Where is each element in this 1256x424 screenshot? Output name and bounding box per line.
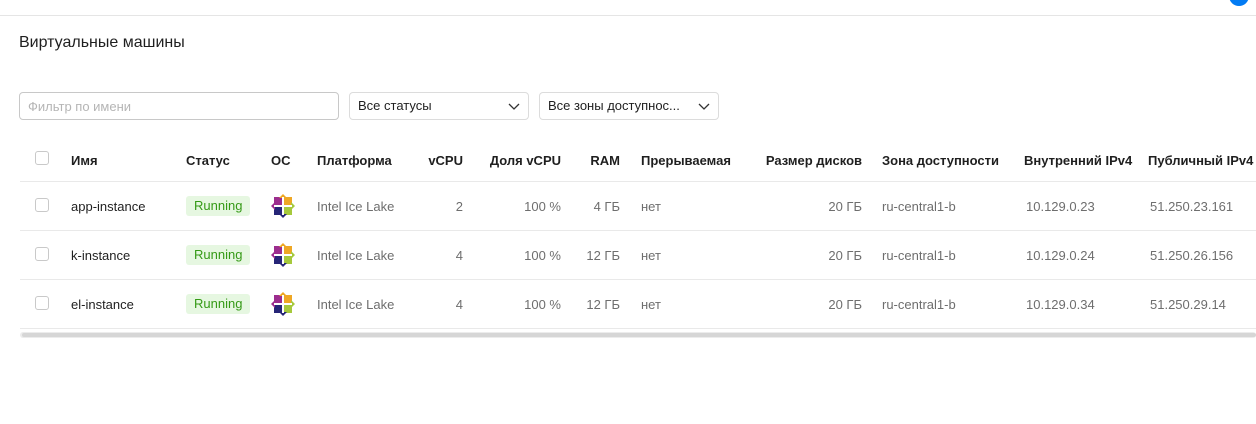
status-badge: Running (186, 245, 251, 265)
header-vcpu[interactable]: vCPU (423, 153, 463, 168)
header-preemptible[interactable]: Прерываемая (641, 153, 731, 168)
vm-table: Имя Статус ОС Платформа vCPU Доля vCPU R… (20, 138, 1256, 329)
vm-vcpu-share: 100 % (524, 199, 561, 214)
header-status[interactable]: Статус (186, 153, 230, 168)
vm-zone: ru-central1-b (882, 199, 956, 214)
header-ram[interactable]: RAM (580, 153, 620, 168)
zone-select[interactable]: Все зоны доступнос... (539, 92, 719, 120)
vm-vcpu-share: 100 % (524, 297, 561, 312)
name-filter-input[interactable] (19, 92, 339, 120)
chevron-down-icon (698, 103, 710, 110)
header-zone[interactable]: Зона доступности (882, 153, 999, 168)
vm-preemptible: нет (641, 199, 661, 214)
row-checkbox[interactable] (35, 198, 49, 212)
vm-internal-ip: 10.129.0.34 (1026, 297, 1095, 312)
table-row[interactable]: el-instance Running Intel Ice Lake 4 100… (20, 280, 1256, 329)
row-checkbox[interactable] (35, 296, 49, 310)
vm-platform: Intel Ice Lake (317, 199, 395, 214)
status-badge: Running (186, 196, 251, 216)
top-divider (0, 15, 1256, 16)
vm-preemptible: нет (641, 248, 661, 263)
status-select[interactable]: Все статусы (349, 92, 529, 120)
vm-public-ip: 51.250.29.14 (1150, 297, 1226, 312)
vm-zone: ru-central1-b (882, 248, 956, 263)
vm-name[interactable]: el-instance (71, 297, 134, 312)
vm-disk-size: 20 ГБ (828, 248, 862, 263)
select-all-checkbox[interactable] (35, 151, 49, 165)
header-os[interactable]: ОС (271, 153, 291, 168)
vm-ram: 4 ГБ (593, 199, 620, 214)
header-vcpu-share[interactable]: Доля vCPU (481, 153, 561, 168)
vm-platform: Intel Ice Lake (317, 297, 395, 312)
header-platform[interactable]: Платформа (317, 153, 392, 168)
table-row[interactable]: app-instance Running Intel Ice Lake 2 10… (20, 182, 1256, 231)
vm-vcpu: 4 (455, 297, 463, 312)
vm-preemptible: нет (641, 297, 661, 312)
vm-ram: 12 ГБ (586, 248, 620, 263)
notification-badge[interactable] (1229, 0, 1249, 6)
header-internal-ip[interactable]: Внутренний IPv4 (1024, 153, 1132, 168)
header-name[interactable]: Имя (71, 153, 98, 168)
vm-name[interactable]: app-instance (71, 199, 145, 214)
table-header-row: Имя Статус ОС Платформа vCPU Доля vCPU R… (20, 138, 1256, 182)
centos-icon (271, 292, 295, 316)
vm-disk-size: 20 ГБ (828, 297, 862, 312)
status-badge: Running (186, 294, 251, 314)
vm-public-ip: 51.250.23.161 (1150, 199, 1234, 214)
status-select-value: Все статусы (358, 98, 432, 113)
vm-ram: 12 ГБ (586, 297, 620, 312)
vm-name[interactable]: k-instance (71, 248, 130, 263)
vm-zone: ru-central1-b (882, 297, 956, 312)
chevron-down-icon (508, 103, 520, 110)
table-row[interactable]: k-instance Running Intel Ice Lake 4 100 … (20, 231, 1256, 280)
row-checkbox[interactable] (35, 247, 49, 261)
horizontal-scrollbar-thumb[interactable] (22, 333, 1256, 337)
vm-vcpu: 4 (455, 248, 463, 263)
zone-select-value: Все зоны доступнос... (548, 98, 680, 113)
header-disk-size[interactable]: Размер дисков (742, 153, 862, 168)
vm-vcpu-share: 100 % (524, 248, 561, 263)
header-public-ip[interactable]: Публичный IPv4 (1148, 153, 1253, 168)
vm-platform: Intel Ice Lake (317, 248, 395, 263)
centos-icon (271, 194, 295, 218)
vm-internal-ip: 10.129.0.23 (1026, 199, 1095, 214)
centos-icon (271, 243, 295, 267)
vm-public-ip: 51.250.26.156 (1150, 248, 1234, 263)
vm-internal-ip: 10.129.0.24 (1026, 248, 1095, 263)
vm-disk-size: 20 ГБ (828, 199, 862, 214)
vm-vcpu: 2 (455, 199, 463, 214)
page-title: Виртуальные машины (19, 34, 185, 51)
